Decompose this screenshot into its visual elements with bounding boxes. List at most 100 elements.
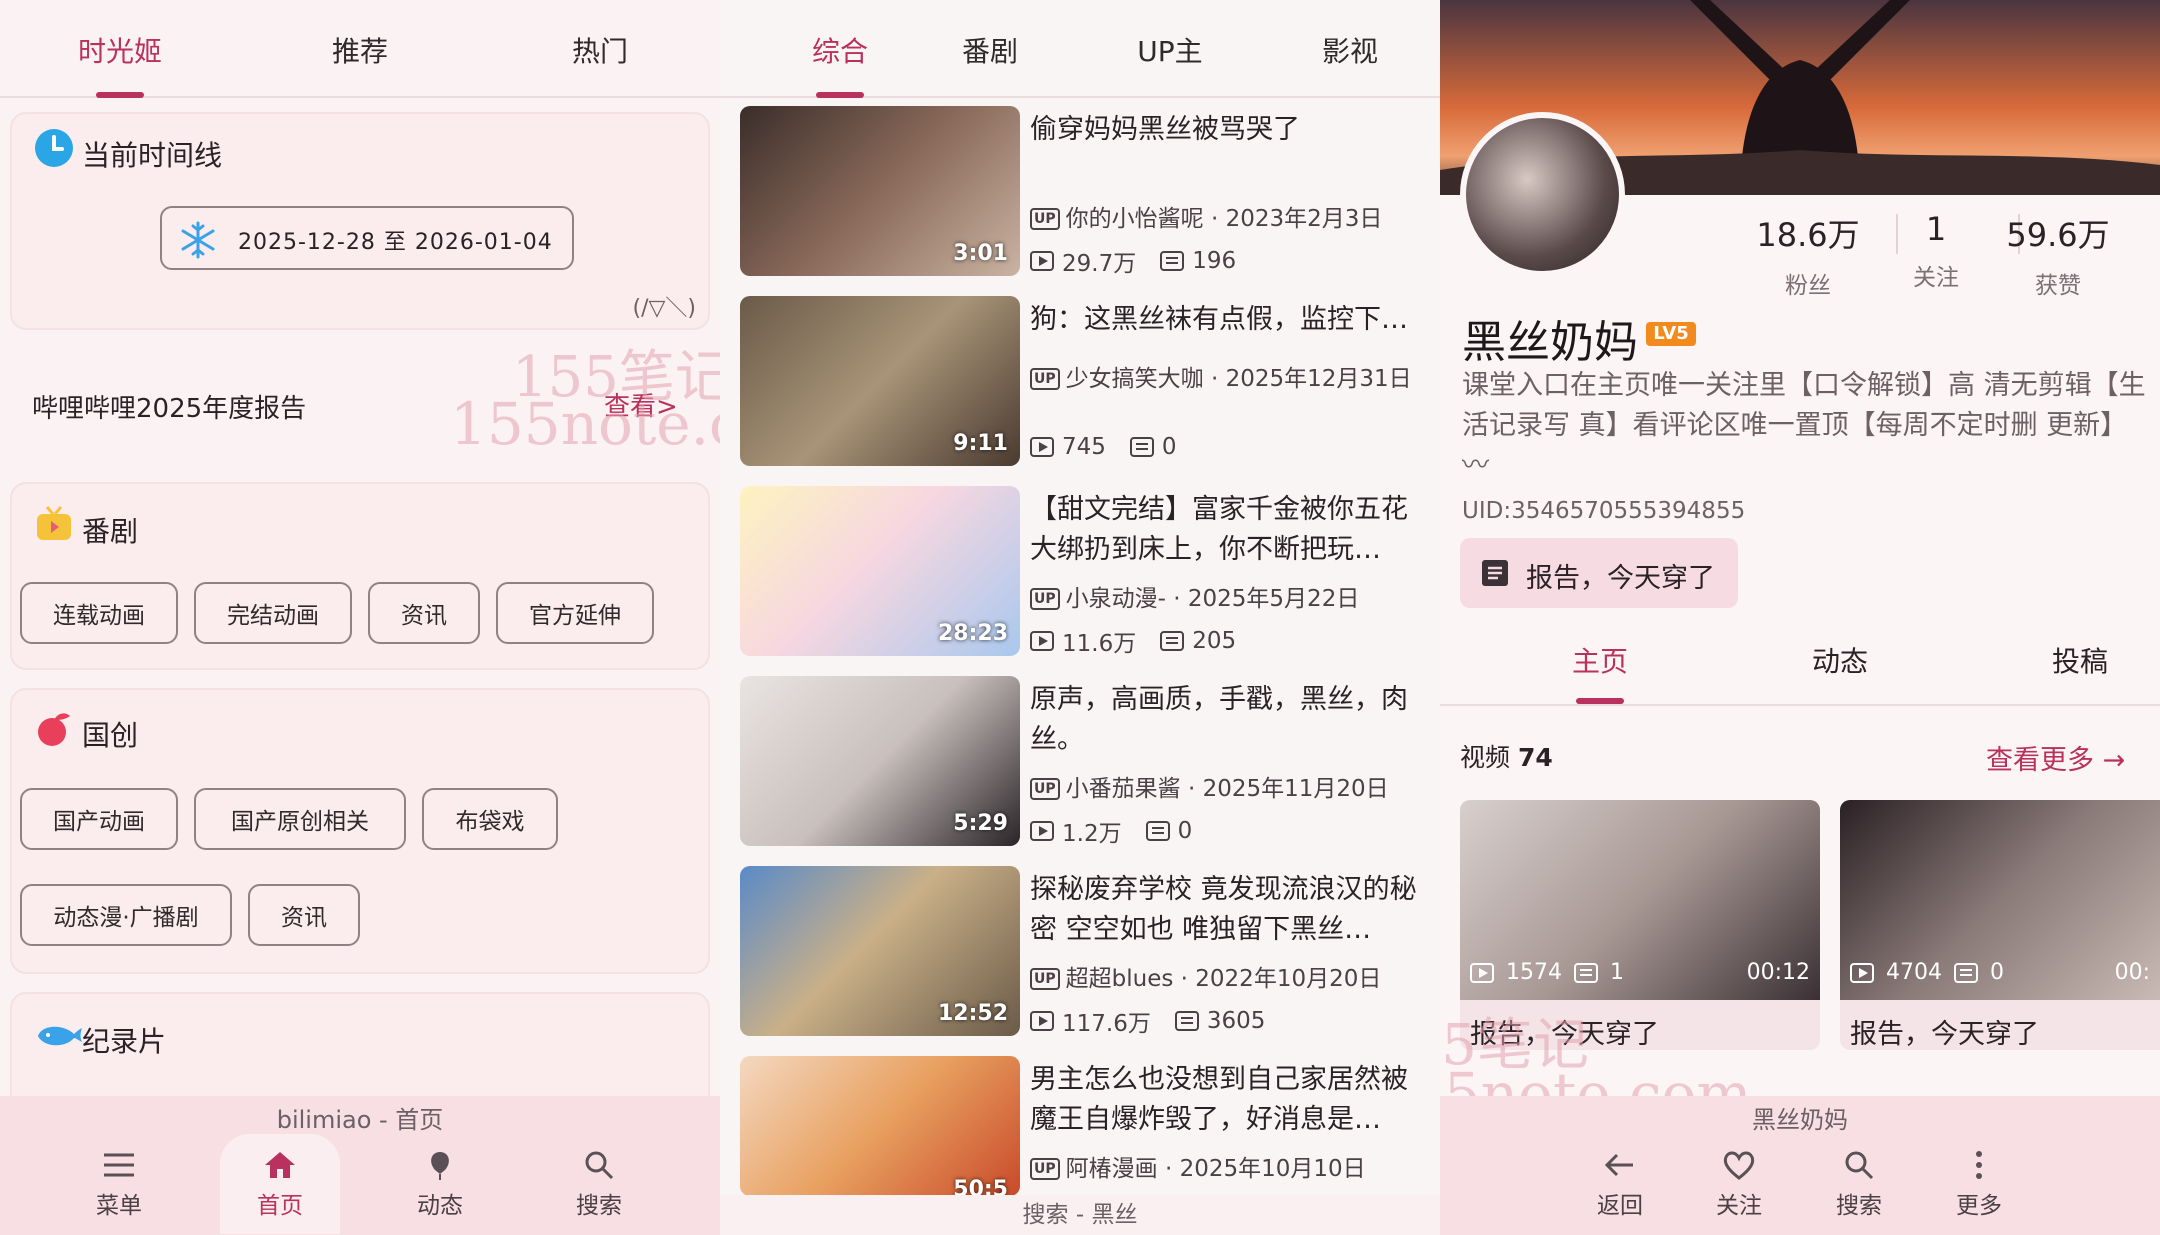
home-icon (265, 1152, 295, 1178)
nav-dynamic[interactable]: 动态 (385, 1150, 495, 1220)
documentary-title: 纪录片 (82, 1025, 167, 1058)
avatar[interactable] (1460, 112, 1625, 277)
view-more-link[interactable]: 查看更多 → (1986, 738, 2125, 777)
video-title: 报告，今天穿了 (1850, 1019, 2039, 1050)
guochuang-card: 国创 国产动画 国产原创相关 布袋戏 动态漫·广播剧 资讯 (10, 688, 710, 974)
guochuang-title: 国创 (82, 719, 139, 752)
chip-official-extension[interactable]: 官方延伸 (496, 582, 654, 644)
chip-guochuang-news[interactable]: 资讯 (248, 884, 360, 946)
snowflake-icon (181, 221, 215, 259)
comment-count-icon (1145, 821, 1170, 841)
search-tab-indicator (816, 92, 864, 98)
chip-puppet-show[interactable]: 布袋戏 (422, 788, 558, 850)
pinned-notice[interactable]: 报告，今天穿了 (1460, 538, 1738, 608)
video-duration: 9:11 (953, 431, 1008, 456)
video-thumbnail: 5:29 (740, 676, 1020, 846)
videos-section-title: 视频 74 (1460, 743, 1553, 772)
video-duration: 3:01 (953, 241, 1008, 266)
notice-text: 报告，今天穿了 (1526, 563, 1715, 594)
watermark-line2: 155note.com (450, 390, 720, 458)
more-vertical-icon (1976, 1151, 1982, 1179)
video-title: 狗：这黑丝袜有点假，监控下… (1030, 304, 1408, 335)
date-range-button[interactable]: 2025-12-28 至 2026-01-04 (160, 206, 574, 270)
video-meta: UP 你的小怡酱呢 · 2023年2月3日 (1030, 204, 1430, 234)
chip-finished-anime[interactable]: 完结动画 (194, 582, 352, 644)
tab-hot[interactable]: 热门 (500, 30, 700, 70)
video-stats: 117.6万 3605 (1030, 1004, 1265, 1038)
chip-domestic-anime[interactable]: 国产动画 (20, 788, 178, 850)
video-item[interactable]: 3:01 偷穿妈妈黑丝被骂哭了 UP 你的小怡酱呢 · 2023年2月3日 29.… (720, 106, 1440, 278)
arrow-right-icon: → (2102, 745, 2126, 776)
tab-recommend[interactable]: 推荐 (260, 30, 460, 70)
heart-icon (1723, 1151, 1755, 1180)
nav-menu[interactable]: 菜单 (64, 1150, 174, 1220)
nav-menu-label: 菜单 (96, 1193, 142, 1219)
tab-uploader[interactable]: UP主 (1070, 30, 1270, 70)
video-title: 原声，高画质，手戳，黑丝，肉丝。 (1030, 684, 1408, 755)
chip-domestic-original[interactable]: 国产原创相关 (194, 788, 406, 850)
play-count-icon (1030, 821, 1054, 841)
user-uid: UID:3546570555394855 (1462, 498, 1746, 524)
chip-serial-anime[interactable]: 连载动画 (20, 582, 178, 644)
menu-icon (104, 1153, 134, 1177)
nav-home[interactable]: 首页 (225, 1150, 335, 1220)
video-item[interactable]: 5:29 原声，高画质，手戳，黑丝，肉丝。 UP 小番茄果酱 · 2025年11月… (720, 676, 1440, 848)
kaomoji: (/▽＼) (632, 296, 697, 321)
up-badge-icon: UP (1030, 1158, 1060, 1180)
tab-profile-dynamic[interactable]: 动态 (1760, 640, 1920, 680)
nav-search-label: 搜索 (576, 1193, 622, 1219)
divider (1440, 704, 2160, 706)
whale-icon (38, 1026, 82, 1046)
video-item[interactable]: 12:52 探秘废弃学校 竟发现流浪汉的秘密 空空如也 唯独留下黑丝… UP 超超… (720, 866, 1440, 1038)
level-badge: LV5 (1646, 322, 1696, 346)
video-duration: 28:23 (937, 621, 1008, 646)
video-thumbnail: 12:52 (740, 866, 1020, 1036)
play-count-icon (1470, 962, 1494, 983)
nav-profile-search-label: 搜索 (1836, 1193, 1882, 1219)
bangumi-title: 番剧 (82, 515, 139, 548)
home-tab-bar: 时光姬 推荐 热门 (0, 0, 720, 98)
play-count-icon (1030, 251, 1054, 271)
play-count-icon (1030, 631, 1054, 651)
video-title: 【甜文完结】富家千金被你五花大绑扔到床上，你不断把玩… (1030, 494, 1408, 565)
nav-follow-label: 关注 (1716, 1193, 1762, 1219)
tab-film[interactable]: 影视 (1250, 30, 1440, 70)
video-stats: 1574 1 00:12 (1470, 960, 1810, 985)
balloon-icon (431, 1152, 449, 1180)
nav-home-label: 首页 (257, 1193, 303, 1219)
comment-count-icon (1174, 1011, 1199, 1031)
comment-count-icon (1954, 962, 1978, 983)
fans-stat[interactable]: 18.6万 粉丝 (1748, 210, 1868, 300)
play-count-icon (1030, 1011, 1054, 1031)
nav-follow[interactable]: 关注 (1684, 1150, 1794, 1220)
date-range-text: 2025-12-28 至 2026-01-04 (238, 230, 553, 255)
chip-bangumi-news[interactable]: 资讯 (368, 582, 480, 644)
video-item[interactable]: 50:5 男主怎么也没想到自己家居然被魔王自爆炸毁了，好消息是… UP 阿椿漫画 … (720, 1056, 1440, 1196)
comment-count-icon (1160, 251, 1185, 271)
nav-back[interactable]: 返回 (1565, 1150, 1675, 1220)
nav-profile-search[interactable]: 搜索 (1804, 1150, 1914, 1220)
up-badge-icon: UP (1030, 778, 1060, 800)
up-badge-icon: UP (1030, 208, 1060, 230)
video-item[interactable]: 9:11 狗：这黑丝袜有点假，监控下… UP 少女搞笑大咖 · 2025年12月3… (720, 296, 1440, 468)
user-name: 黑丝奶妈 (1462, 317, 1638, 368)
search-icon (1845, 1151, 1874, 1180)
profile-video-card[interactable]: 4704 0 00: 报告，今天穿了 (1840, 800, 2160, 1050)
nav-search[interactable]: 搜索 (544, 1150, 654, 1220)
chip-motion-comic[interactable]: 动态漫·广播剧 (20, 884, 232, 946)
video-stats: 1.2万 0 (1030, 814, 1192, 848)
nav-more[interactable]: 更多 (1924, 1150, 2034, 1220)
comment-count-icon (1574, 962, 1598, 983)
clock-icon (35, 129, 73, 167)
video-title: 男主怎么也没想到自己家居然被魔王自爆炸毁了，好消息是… (1030, 1064, 1408, 1135)
following-stat[interactable]: 1 关注 (1876, 210, 1996, 292)
user-bio: 课堂入口在主页唯一关注里【口令解锁】高 清无剪辑【生活记录写 真】看评论区唯一置… (1462, 370, 2146, 481)
play-count-icon (1030, 437, 1054, 457)
tab-bangumi[interactable]: 番剧 (890, 30, 1090, 70)
video-duration: 12:52 (937, 1001, 1008, 1026)
tab-profile-uploads[interactable]: 投稿 (2000, 640, 2160, 680)
video-title: 探秘废弃学校 竟发现流浪汉的秘密 空空如也 唯独留下黑丝… (1030, 874, 1417, 945)
video-item[interactable]: 28:23 【甜文完结】富家千金被你五花大绑扔到床上，你不断把玩… UP 小泉动漫… (720, 486, 1440, 658)
tab-profile-home[interactable]: 主页 (1520, 640, 1680, 680)
tab-shiguangji[interactable]: 时光姬 (20, 30, 220, 70)
